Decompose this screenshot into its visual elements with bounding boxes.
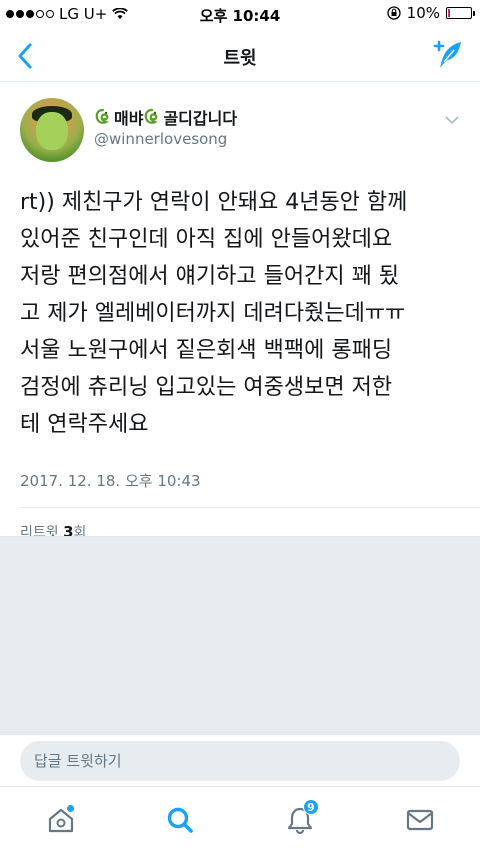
chevron-down-icon[interactable] [444, 114, 460, 126]
user-info[interactable]: 매뱌 골디갑니다 @winnerlovesong [94, 106, 237, 148]
tweet-timestamp: 2017. 12. 18. 오후 10:43 [20, 472, 201, 490]
tab-notifications[interactable]: 9 [285, 799, 319, 835]
display-name: 매뱌 골디갑니다 [94, 106, 237, 128]
battery-icon [446, 7, 475, 19]
navigation-bar: 트윗 [0, 30, 480, 82]
page-title: 트윗 [223, 48, 257, 69]
dragon-emoji-icon [145, 108, 159, 124]
tab-bar: 9 [0, 786, 480, 854]
battery-percent: 10% [406, 4, 440, 22]
status-bar: LG U+ 오후 10:44 10% [0, 0, 480, 30]
messages-icon [406, 809, 434, 831]
status-right: 10% [387, 4, 475, 22]
tweet-text: rt)) 제친구가 연락이 안돼요 4년동안 함께 있어준 친구인데 아직 집에… [20, 190, 408, 437]
display-name-part-2: 골디갑니다 [163, 109, 238, 128]
tab-search[interactable] [165, 805, 195, 835]
display-name-part-1: 매뱌 [114, 109, 144, 128]
username: @winnerlovesong [94, 130, 228, 148]
new-content-dot [67, 805, 74, 812]
tab-messages[interactable] [405, 805, 435, 835]
notification-badge: 9 [303, 799, 319, 815]
tab-home[interactable] [46, 805, 76, 835]
rotation-lock-icon [387, 6, 401, 20]
compose-tweet-icon[interactable] [430, 38, 464, 72]
divider [20, 507, 480, 508]
empty-replies-area [0, 536, 480, 734]
dragon-emoji-icon [95, 108, 109, 124]
reply-input[interactable]: 답글 트윗하기 [20, 741, 460, 781]
search-icon [167, 807, 193, 833]
avatar[interactable] [20, 98, 84, 162]
reply-bar: 답글 트윗하기 [0, 734, 480, 786]
